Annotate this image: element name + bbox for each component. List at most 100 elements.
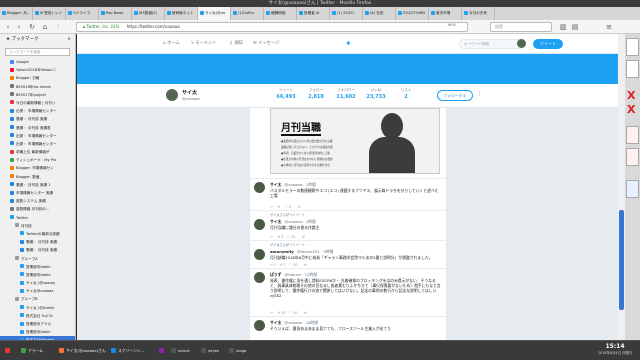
tweet-actions[interactable]: ↩ 1 ⟲ 7 ♡ 10 ✉ [270, 262, 307, 267]
bookmark-item[interactable]: サイ太 (@vaaaa) [0, 279, 75, 287]
tweet[interactable]: サイ太 @vaaaaa · 1時間 バスタルモラーの数値観察やエコ (エコ) 連載す… [250, 178, 446, 210]
bookmark-item[interactable]: Blogger: 日報 [0, 74, 75, 82]
tweet-actions[interactable]: ↩ ⟲ 3 ♡ 10 ✉ [270, 234, 305, 239]
bookmark-item[interactable]: Blogger: 数値_ [0, 173, 75, 181]
nav-home[interactable]: ⌂ ホーム [163, 40, 180, 46]
nav-moments[interactable]: ϟ モーメント [191, 40, 217, 46]
profile-avatar[interactable] [165, 88, 179, 102]
tab[interactable]: JRS数値(E) [132, 7, 165, 20]
tab[interactable]: Blogger: 月... [0, 7, 33, 20]
stat-1[interactable]: フォロー 2,818 [303, 88, 329, 100]
tweet-image[interactable]: 月刊当職 ●業務的な面白さの以外は過去数か月の実績 業績記録に見られない、それぞれ… [270, 108, 440, 174]
bookmark-item[interactable]: 業績・ 月刊誌 実績表 [0, 124, 75, 132]
tab[interactable]: 報酬明細 [264, 7, 297, 20]
bookmark-item[interactable]: 市場情報センター 実績 [0, 189, 75, 197]
bookmark-item[interactable]: BE2017年project [0, 91, 75, 99]
stat-0[interactable]: ツイート 66,493 [273, 88, 299, 100]
bookmark-item[interactable]: 出発・ 市場情報センター [0, 140, 75, 148]
tab[interactable]: 投稿者 AI [297, 7, 330, 20]
tab[interactable]: M 受信トレイ [33, 7, 66, 20]
twitter-bird-icon[interactable]: ✦ [345, 39, 355, 49]
tweet[interactable]: ぱうず @fabuse · 12時間 発表、番作権に身を通し賃料FDCR6か・ 先着… [250, 268, 446, 316]
bookmark-item[interactable]: 複数情報 月刊誌の... [0, 205, 75, 213]
bookmark-item[interactable]: 求職上位 最新情報が [0, 148, 75, 156]
close-icon[interactable]: × [67, 34, 71, 46]
bookmark-item[interactable]: ディシュボード : My Pro [0, 156, 75, 164]
bookmark-item[interactable]: 業績・ 月刊誌 実績 [0, 238, 75, 246]
bookmark-item[interactable]: 営業部@アドカ [0, 320, 75, 328]
tab[interactable]: (6) 社説 [363, 7, 396, 20]
menu-icon[interactable]: ≡ [604, 22, 614, 32]
sidebar-toggle-icon[interactable]: ▤ [570, 22, 580, 32]
tweet-actions[interactable]: ↩ ⟲ 20 ♡ 10 ✉ [270, 310, 307, 315]
window-thumbnail[interactable] [626, 126, 639, 144]
window-thumbnail[interactable] [626, 148, 639, 166]
tweet-avatar[interactable] [254, 219, 265, 230]
clock[interactable]: 15:14 2018年6月4日 月曜日 [592, 343, 638, 355]
tab[interactable]: Gドライブ [66, 7, 99, 20]
more-icon[interactable]: ⋮ [477, 91, 482, 97]
twitter-search-input[interactable]: キーワード検索 [459, 39, 525, 49]
window-thumbnail[interactable] [626, 60, 639, 78]
bookmark-item[interactable]: Twitter [0, 214, 75, 222]
nav-notifications[interactable]: ♫ 通知 [229, 40, 243, 46]
bookmark-item[interactable]: グループA [0, 255, 75, 263]
tab[interactable]: 新幹線ネット [165, 7, 198, 20]
nav-messages[interactable]: ✉ メッセージ [253, 40, 279, 46]
bookmark-item[interactable]: 営業部@Adelh [0, 263, 75, 271]
bookmark-item[interactable]: Google [0, 58, 75, 66]
tweet-avatar[interactable] [254, 272, 265, 283]
home-icon[interactable]: ⌂ [40, 22, 50, 32]
tweet-avatar[interactable] [254, 249, 265, 260]
bookmark-item[interactable]: サイ太 (@Adelh) [0, 304, 75, 312]
tab[interactable]: (1) ZOZO [330, 7, 363, 20]
bookmark-item[interactable]: グループB [0, 295, 75, 303]
bookmark-item[interactable]: 今日の最新情報 | 月刊リ [0, 99, 75, 107]
stat-3[interactable]: いいね 23,733 [363, 88, 389, 100]
taskbar-item[interactable] [158, 344, 168, 357]
taskbar-item[interactable]: sclock [170, 344, 198, 357]
bookmark-item[interactable]: Blogger: 市場情報セン [0, 164, 75, 172]
tab[interactable]: ZOZOTOWN [396, 7, 429, 20]
bookmark-item[interactable]: 株式会社 Yuji Gr [0, 312, 75, 320]
page-scrollbar-thumb[interactable] [619, 210, 624, 310]
bookmark-item[interactable]: 複数システム 実績 [0, 197, 75, 205]
taskbar-item[interactable]: サイ太(@vaaaaa)さん [58, 344, 108, 357]
bookmark-item[interactable]: 営業部@Adela [0, 271, 75, 279]
back-icon[interactable]: ‹ [3, 22, 13, 32]
bookmark-item[interactable]: BE2018年kw movie [0, 83, 75, 91]
tweet[interactable]: サイ太さんがリツイート amonymity @fabule201 · 9時間 月刊誌職… [250, 240, 446, 268]
tweet[interactable]: サイ太さんがリツイート サイ太 @vaaaaa · 1時間 月刊当職に論分の書る作論主… [250, 210, 446, 240]
zoom-indicator[interactable]: 90% [448, 23, 456, 27]
bookmark-item[interactable]: 出発・ 市場情報センター [0, 107, 75, 115]
tweet-button[interactable]: ツイート [533, 39, 563, 49]
bookmark-item[interactable]: 出発・ 市場情報センター [0, 132, 75, 140]
taskbar-item[interactable]: xeyes [200, 344, 226, 357]
bookmark-item[interactable]: 業績・ 月刊誌 実績 [0, 115, 75, 123]
tab[interactable]: (1)GoPro [231, 7, 264, 20]
bookmark-item[interactable]: 業績・ 月刊誌 実績 1 [0, 181, 75, 189]
forward-icon[interactable]: › [14, 22, 24, 32]
follow-button[interactable]: フォローする [437, 90, 473, 101]
tweet-actions[interactable]: ↩ ⟲ ♡ 6 ✉ [270, 204, 301, 209]
window-thumbnail[interactable] [626, 38, 639, 56]
taskbar-item[interactable]: スクリーンシ... [110, 344, 156, 357]
bookmark-item[interactable]: 営業部@Adelh [0, 328, 75, 336]
bookmark-search-input[interactable]: ブックマークを検索 [5, 48, 70, 56]
tab[interactable]: Pop News [99, 7, 132, 20]
tweet-avatar[interactable] [254, 182, 265, 193]
bookmarks-library-icon[interactable]: ⫶ [53, 22, 63, 32]
bookmark-item[interactable]: Twitterの最新な実績 [0, 230, 75, 238]
bookmark-item[interactable]: 業績・ 月刊誌 実績 [0, 246, 75, 254]
bookmark-item[interactable]: Yahoo!2018年Yahoo!ニ [0, 66, 75, 74]
tweet-avatar[interactable] [254, 320, 265, 331]
stat-4[interactable]: リスト 2 [393, 88, 419, 100]
reload-icon[interactable]: ↻ [27, 22, 37, 32]
tab[interactable]: サイ太(@va [198, 7, 231, 20]
bookmark-item[interactable]: サイ太@vaaaaa [0, 287, 75, 295]
taskbar-item[interactable]: アラーム [20, 344, 56, 357]
search-field[interactable]: 検索 [490, 22, 552, 32]
sidebar-header[interactable]: ★ ブックマーク × [0, 34, 75, 46]
stat-2[interactable]: フォロワー 11,602 [333, 88, 359, 100]
account-avatar[interactable] [517, 39, 526, 48]
